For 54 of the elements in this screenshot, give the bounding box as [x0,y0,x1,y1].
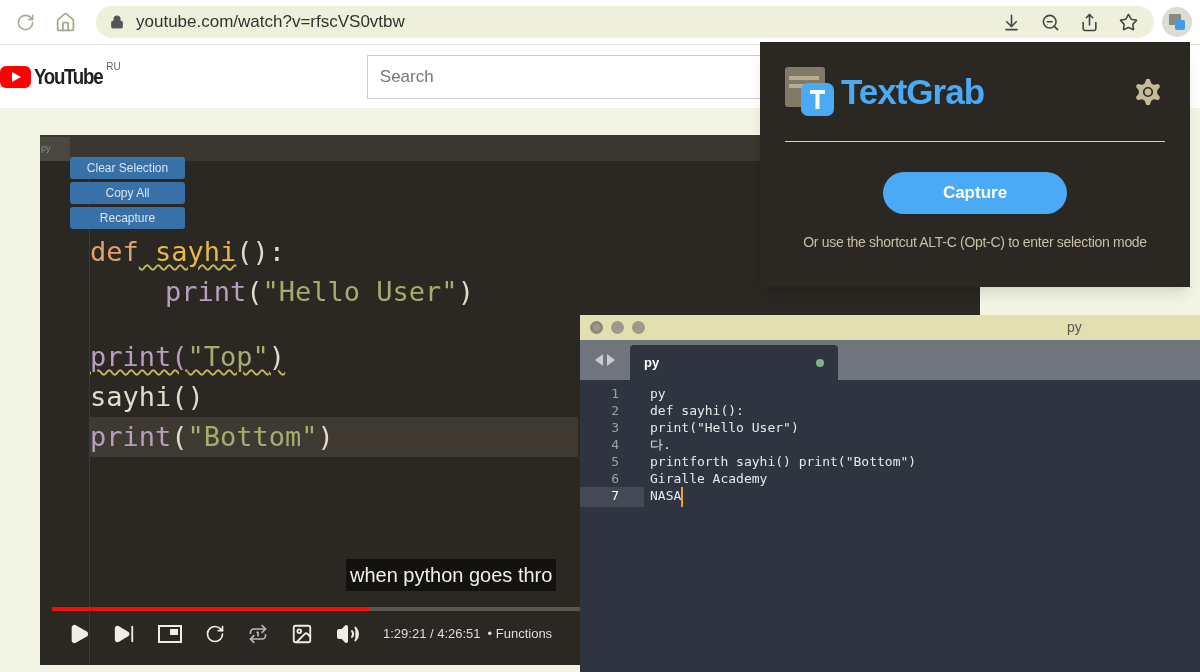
line-number: 6 [610,470,620,487]
editor-line: printforth sayhi() print("Bottom") [649,453,917,470]
region-label: RU [106,60,121,74]
code-line: sayhi() [90,380,204,414]
next-icon[interactable] [113,623,135,645]
window-title: py [1067,318,1082,337]
address-bar[interactable]: youtube.com/watch?v=rfscVS0vtbw [96,6,1154,38]
editor-line: print("Hello User") [649,419,799,436]
line-number: 5 [610,453,620,470]
code-line: print("Hello User") [165,275,474,309]
share-icon[interactable] [1080,12,1099,32]
subtitle-text: when python goes thro [346,559,557,591]
editor-line: def sayhi(): [649,402,744,419]
chapter-text: • Functions [487,625,553,644]
play-logo-icon[interactable] [0,65,31,88]
miniplayer-icon[interactable] [158,625,182,643]
line-number: 2 [610,402,620,419]
editor-tab[interactable]: py [630,345,838,380]
star-icon[interactable] [1119,12,1138,32]
code-line: print("Bottom") [90,420,334,454]
line-number: 1 [610,385,620,402]
line-number: 4 [610,436,620,453]
overlay-action-button[interactable]: Clear Selection [70,157,185,179]
textgrab-logo-icon [785,67,835,118]
overlay-action-button[interactable]: Copy All [70,182,185,204]
autoplay-icon[interactable] [205,624,225,644]
download-icon[interactable] [1002,12,1021,32]
app-title: TextGrab [841,71,985,113]
line-number: 3 [610,419,620,436]
document-icon [1168,13,1186,31]
text-cursor [681,487,684,507]
image-icon[interactable] [291,623,313,645]
site-logo-text[interactable]: YouTube [34,60,103,93]
ide-tab: py [40,137,70,161]
zoom-out-icon[interactable] [1041,12,1060,32]
time-text: 1:29:21 / 4:26:51 [383,625,481,644]
overlay-action-button[interactable]: Recapture [70,207,185,229]
editor-line: 다. [649,436,671,453]
code-line: print("Top") [90,340,286,374]
volume-icon[interactable] [336,622,360,646]
url-text: youtube.com/watch?v=rfscVS0vtbw [136,11,405,34]
progress-track[interactable] [52,607,580,611]
editor-line: NASA [649,487,682,505]
extension-button[interactable] [1162,7,1192,37]
editor-line: py [649,385,666,402]
line-number: 7 [580,487,644,507]
editor-line: Giralle Academy [649,470,768,487]
loop-icon[interactable] [248,624,268,644]
tab-label: py [644,353,660,372]
forward-arrow-icon[interactable] [607,354,615,366]
code-line: def sayhi(): [90,235,286,269]
lock-icon [110,15,124,29]
back-arrow-icon[interactable] [595,354,603,366]
close-icon[interactable] [590,321,603,334]
